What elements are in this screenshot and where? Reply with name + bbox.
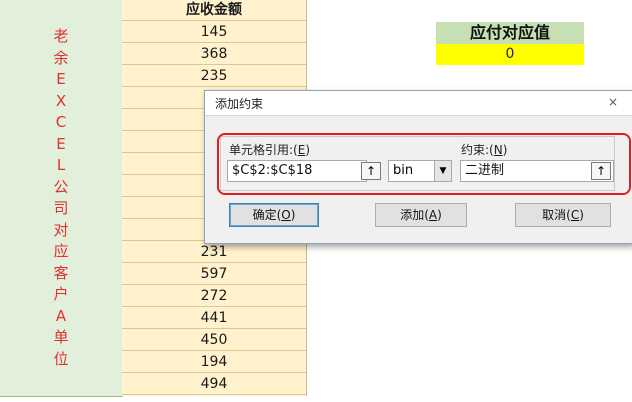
cell-ref-collapse-icon[interactable]: ↑ <box>361 162 381 180</box>
vertical-char: A <box>55 306 67 325</box>
vertical-char: L <box>56 156 66 174</box>
cancel-button[interactable]: 取消(C) <box>515 203 611 227</box>
amount-cell[interactable]: 597 <box>122 264 306 285</box>
vertical-char: 户 <box>53 285 69 303</box>
constraint-label: 约束:(N) <box>461 143 508 157</box>
vertical-char: 老 <box>53 27 69 45</box>
add-button[interactable]: 添加(A) <box>375 203 467 227</box>
vertical-char: 司 <box>53 199 69 217</box>
vertical-char: 余 <box>53 48 69 67</box>
operator-select[interactable]: bin ▼ <box>388 160 452 182</box>
dialog-title: 添加约束 <box>215 97 264 111</box>
amount-cell[interactable]: 494 <box>122 374 306 395</box>
vertical-char: 公 <box>53 177 69 196</box>
vertical-char: 对 <box>53 220 69 239</box>
cell-ref-label: 单元格引用:(E) <box>229 143 311 157</box>
chevron-down-icon[interactable]: ▼ <box>434 161 451 181</box>
constraint-collapse-icon[interactable]: ↑ <box>591 162 611 180</box>
amount-cell[interactable]: 450 <box>122 330 306 351</box>
amount-cell[interactable]: 194 <box>122 352 306 373</box>
close-icon[interactable]: × <box>602 94 624 110</box>
ok-button[interactable]: 确定(O) <box>229 203 319 227</box>
add-constraint-dialog: 添加约束 × 单元格引用:(E) $C$2:$C$18 ↑ bin ▼ 约束:(… <box>204 90 632 244</box>
vertical-char: X <box>55 91 67 110</box>
operator-value: bin <box>393 163 414 178</box>
target-value-cell[interactable]: 0 <box>436 44 584 65</box>
amount-header-cell[interactable]: 应收金额 <box>122 0 306 21</box>
vertical-char: 客 <box>53 263 69 282</box>
vertical-char: 应 <box>53 242 69 260</box>
company-name-cell[interactable]: 老余EXCEL公司对应客户A单位 <box>0 0 123 397</box>
amount-cell[interactable]: 368 <box>122 44 306 65</box>
cell-ref-input[interactable]: $C$2:$C$18 <box>227 160 367 182</box>
vertical-char: 单 <box>53 328 69 346</box>
vertical-char: 位 <box>53 349 69 368</box>
amount-cell[interactable]: 441 <box>122 308 306 329</box>
dialog-titlebar[interactable]: 添加约束 × <box>205 91 632 116</box>
vertical-char: E <box>56 134 66 153</box>
amount-cell[interactable]: 145 <box>122 22 306 43</box>
vertical-company-text: 老余EXCEL公司对应客户A单位 <box>0 26 122 370</box>
amount-cell[interactable]: 231 <box>122 242 306 263</box>
vertical-char: C <box>55 113 67 131</box>
amount-cell[interactable]: 235 <box>122 66 306 87</box>
target-label-cell[interactable]: 应付对应值 <box>436 22 584 44</box>
vertical-char: E <box>56 70 66 88</box>
amount-cell[interactable]: 272 <box>122 286 306 307</box>
